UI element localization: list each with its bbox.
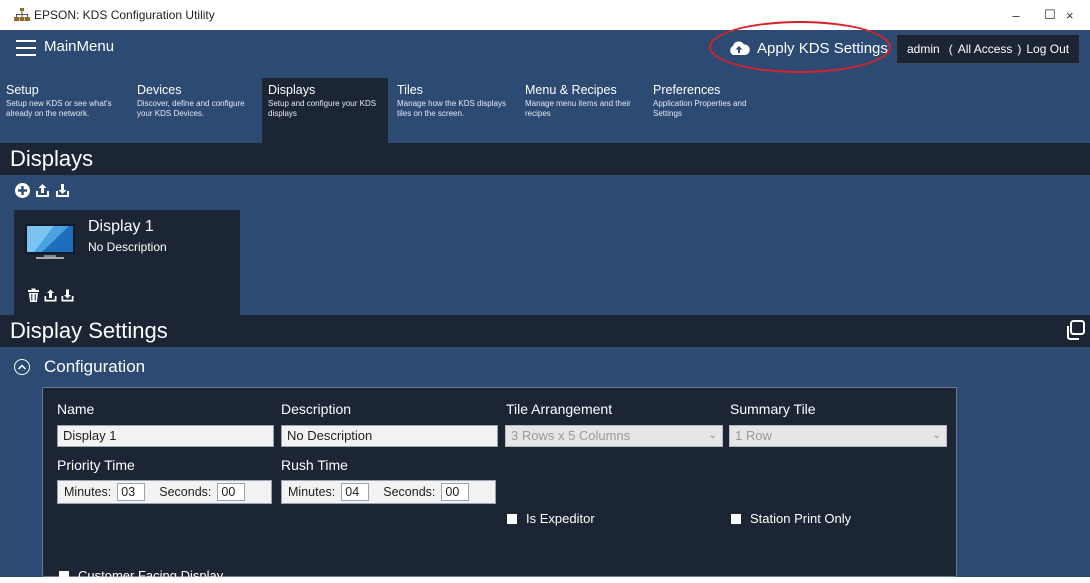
user-open-paren: (	[948, 42, 953, 56]
customer-facing-display-label: Customer Facing Display	[78, 568, 224, 583]
display-settings-header: Display Settings	[0, 315, 1090, 347]
nav-tab-description: Setup and configure your KDS displays	[268, 99, 377, 118]
nav-tab-description: Manage how the KDS displays tiles on the…	[397, 99, 506, 118]
nav-tab-title: Preferences	[653, 83, 721, 97]
copy-icon[interactable]	[1064, 319, 1086, 341]
priority-seconds-label: Seconds:	[159, 485, 212, 499]
username: admin	[907, 42, 940, 56]
customer-facing-display-checkbox[interactable]: Customer Facing Display	[59, 568, 223, 583]
checkbox-box[interactable]	[507, 513, 517, 524]
rush-minutes-input[interactable]: 04	[341, 483, 370, 501]
trash-icon[interactable]	[26, 288, 41, 303]
configuration-panel: Name Description Tile Arrangement Summar…	[42, 387, 957, 583]
nav-tab-title: Displays	[268, 83, 316, 97]
rush-time-label: Rush Time	[281, 457, 348, 473]
main-menu-button[interactable]: MainMenu	[44, 38, 114, 55]
station-print-only-checkbox[interactable]: Station Print Only	[731, 511, 851, 526]
hamburger-menu-icon[interactable]	[16, 40, 36, 56]
app-body: MainMenu Apply KDS Settings admin ( All …	[0, 21, 1090, 583]
nav-tab-description: Setup new KDS or see what's already on t…	[6, 99, 112, 118]
cloud-upload-icon	[730, 41, 750, 55]
priority-minutes-input[interactable]: 03	[117, 483, 146, 501]
displays-section-header: Displays	[0, 143, 1090, 175]
nav-tab-description: Application Properties and Settings	[653, 99, 747, 118]
display-card[interactable]: Display 1 No Description	[14, 210, 240, 316]
priority-minutes-label: Minutes:	[64, 485, 112, 499]
apply-kds-settings-label: Apply KDS Settings	[757, 39, 888, 57]
description-field[interactable]: No Description	[281, 425, 498, 447]
rush-seconds-input[interactable]: 00	[441, 483, 470, 501]
priority-time-label: Priority Time	[57, 457, 135, 473]
name-field[interactable]: Display 1	[57, 425, 274, 447]
access-level: All Access	[957, 42, 1013, 56]
configuration-toggle[interactable]: Configuration	[14, 357, 145, 377]
chevron-down-icon: ⌄	[932, 430, 941, 441]
maximize-button[interactable]: ☐	[1030, 0, 1070, 30]
description-label: Description	[281, 401, 352, 417]
close-button[interactable]: ×	[1066, 0, 1090, 30]
download-icon[interactable]	[60, 288, 75, 303]
nav-tab-description: Discover, define and configure your KDS …	[137, 99, 245, 118]
tile-arrangement-select[interactable]: 3 Rows x 5 Columns ⌄	[505, 425, 723, 447]
nav-tab-title: Devices	[137, 83, 182, 97]
nav-tab-title: Tiles	[397, 83, 423, 97]
upload-icon[interactable]	[43, 288, 58, 303]
station-print-only-label: Station Print Only	[750, 511, 852, 526]
nav-tab-title: Setup	[6, 83, 39, 97]
summary-tile-value: 1 Row	[735, 428, 772, 443]
add-display-icon[interactable]	[14, 182, 31, 199]
is-expeditor-label: Is Expeditor	[526, 511, 595, 526]
summary-tile-select[interactable]: 1 Row ⌄	[729, 425, 947, 447]
upload-icon[interactable]	[34, 182, 51, 199]
window-titlebar: EPSON: KDS Configuration Utility – ☐ ×	[0, 0, 1090, 30]
user-close-paren: )	[1017, 42, 1022, 56]
tile-arrangement-label: Tile Arrangement	[506, 401, 613, 417]
name-label: Name	[57, 401, 95, 417]
user-status-box: admin ( All Access ) Log Out	[896, 34, 1080, 64]
checkbox-box[interactable]	[731, 513, 741, 524]
priority-time-group: Minutes: 03 Seconds: 00	[57, 480, 272, 504]
displays-toolbar	[14, 182, 71, 199]
network-app-icon	[14, 8, 30, 22]
priority-seconds-input[interactable]: 00	[217, 483, 246, 501]
display-card-tools	[26, 288, 75, 303]
apply-kds-settings-button[interactable]: Apply KDS Settings	[728, 37, 888, 59]
display-card-description: No Description	[88, 240, 167, 254]
is-expeditor-checkbox[interactable]: Is Expeditor	[507, 511, 595, 526]
nav-tab-title: Menu & Recipes	[525, 83, 617, 97]
download-icon[interactable]	[54, 182, 71, 199]
checkbox-box[interactable]	[59, 570, 69, 581]
tile-arrangement-value: 3 Rows x 5 Columns	[511, 428, 631, 443]
collapse-chevron-icon	[14, 359, 30, 375]
logout-link[interactable]: Log Out	[1026, 42, 1069, 56]
monitor-icon	[25, 224, 75, 259]
menubar: MainMenu Apply KDS Settings admin ( All …	[0, 21, 1090, 73]
configuration-label: Configuration	[44, 357, 146, 376]
window-title: EPSON: KDS Configuration Utility	[34, 8, 215, 22]
rush-time-group: Minutes: 04 Seconds: 00	[281, 480, 496, 504]
chevron-down-icon: ⌄	[708, 430, 717, 441]
display-card-name: Display 1	[88, 218, 154, 235]
summary-tile-label: Summary Tile	[730, 401, 816, 417]
rush-minutes-label: Minutes:	[288, 485, 336, 499]
nav-tab-description: Manage menu items and their recipes	[525, 99, 631, 118]
rush-seconds-label: Seconds:	[383, 485, 436, 499]
